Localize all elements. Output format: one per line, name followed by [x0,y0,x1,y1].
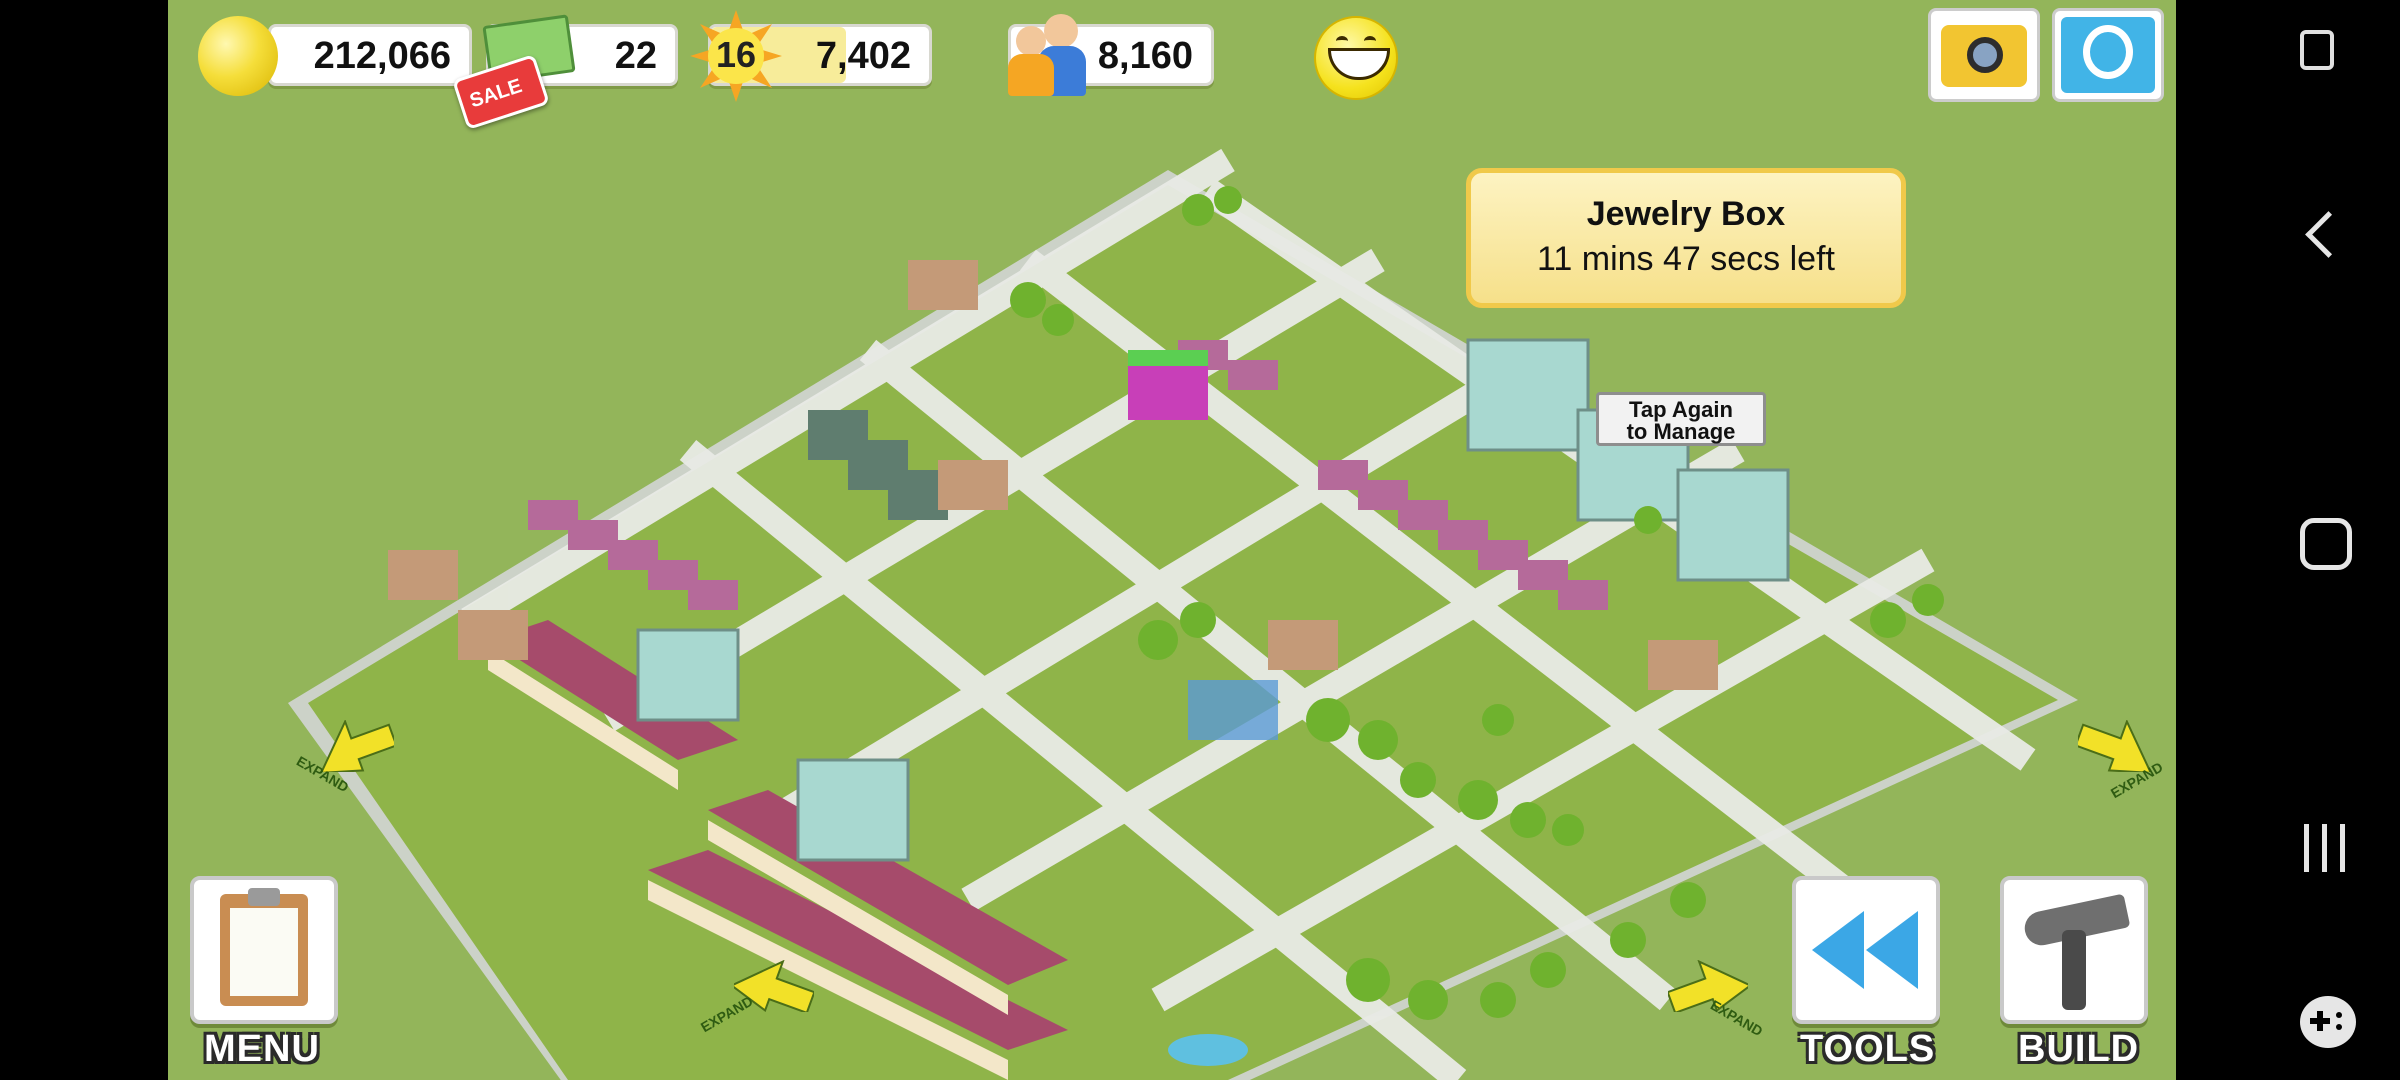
recents-icon[interactable] [2300,824,2352,872]
share-icon [2061,17,2155,93]
coins-value: 212,066 [313,35,451,77]
expand-label: EXPAND [697,992,756,1036]
camera-button[interactable] [1928,8,2040,102]
expand-arrow-south-west[interactable]: EXPAND [697,960,814,1040]
coin-icon [198,16,278,96]
people-icon [1008,12,1088,96]
system-nav-bar [2176,0,2400,1080]
tap-again-sign[interactable]: Tap Again to Manage [1596,392,1766,446]
tooltip-time-left: 11 mins 47 secs left [1537,240,1835,278]
menu-button[interactable] [190,876,338,1024]
build-label[interactable]: BUILD [2018,1028,2139,1071]
rewind-icon [1812,911,1918,989]
sale-label: SALE [467,74,525,113]
back-icon[interactable] [2300,210,2352,270]
tools-button[interactable] [1792,876,1940,1024]
expand-arrow-south-east[interactable]: EXPAND [1668,960,1788,1040]
expand-arrow-west[interactable]: EXPAND [294,720,404,795]
game-tools-icon[interactable] [2300,996,2356,1048]
population-value: 8,160 [1097,35,1193,77]
smiley-icon[interactable] [1314,16,1398,100]
sign-line-1: Tap Again [1629,397,1733,422]
game-viewport[interactable]: 212,066 22 SALE 7,402 16 8,160 Jewelry B… [168,0,2176,1080]
tools-label[interactable]: TOOLS [1800,1028,1935,1071]
build-button[interactable] [2000,876,2148,1024]
hammer-icon [2004,880,2144,1020]
coins-counter[interactable]: 212,066 [268,24,472,86]
menu-label[interactable]: MENU [204,1028,320,1071]
level-value: 16 [716,34,757,75]
cash-value: 22 [614,35,657,77]
xp-value: 7,402 [815,35,911,77]
share-button[interactable] [2052,8,2164,102]
home-icon[interactable] [2300,518,2352,570]
sign-line-2: to Manage [1626,419,1736,444]
expand-arrow-east[interactable]: EXPAND [2078,720,2176,801]
clipboard-icon [220,888,308,1006]
tooltip-title: Jewelry Box [1586,195,1786,233]
building-tooltip: Jewelry Box 11 mins 47 secs left [1466,168,1906,308]
screen-capture-icon[interactable] [2300,30,2340,74]
camera-icon [1941,25,2027,87]
